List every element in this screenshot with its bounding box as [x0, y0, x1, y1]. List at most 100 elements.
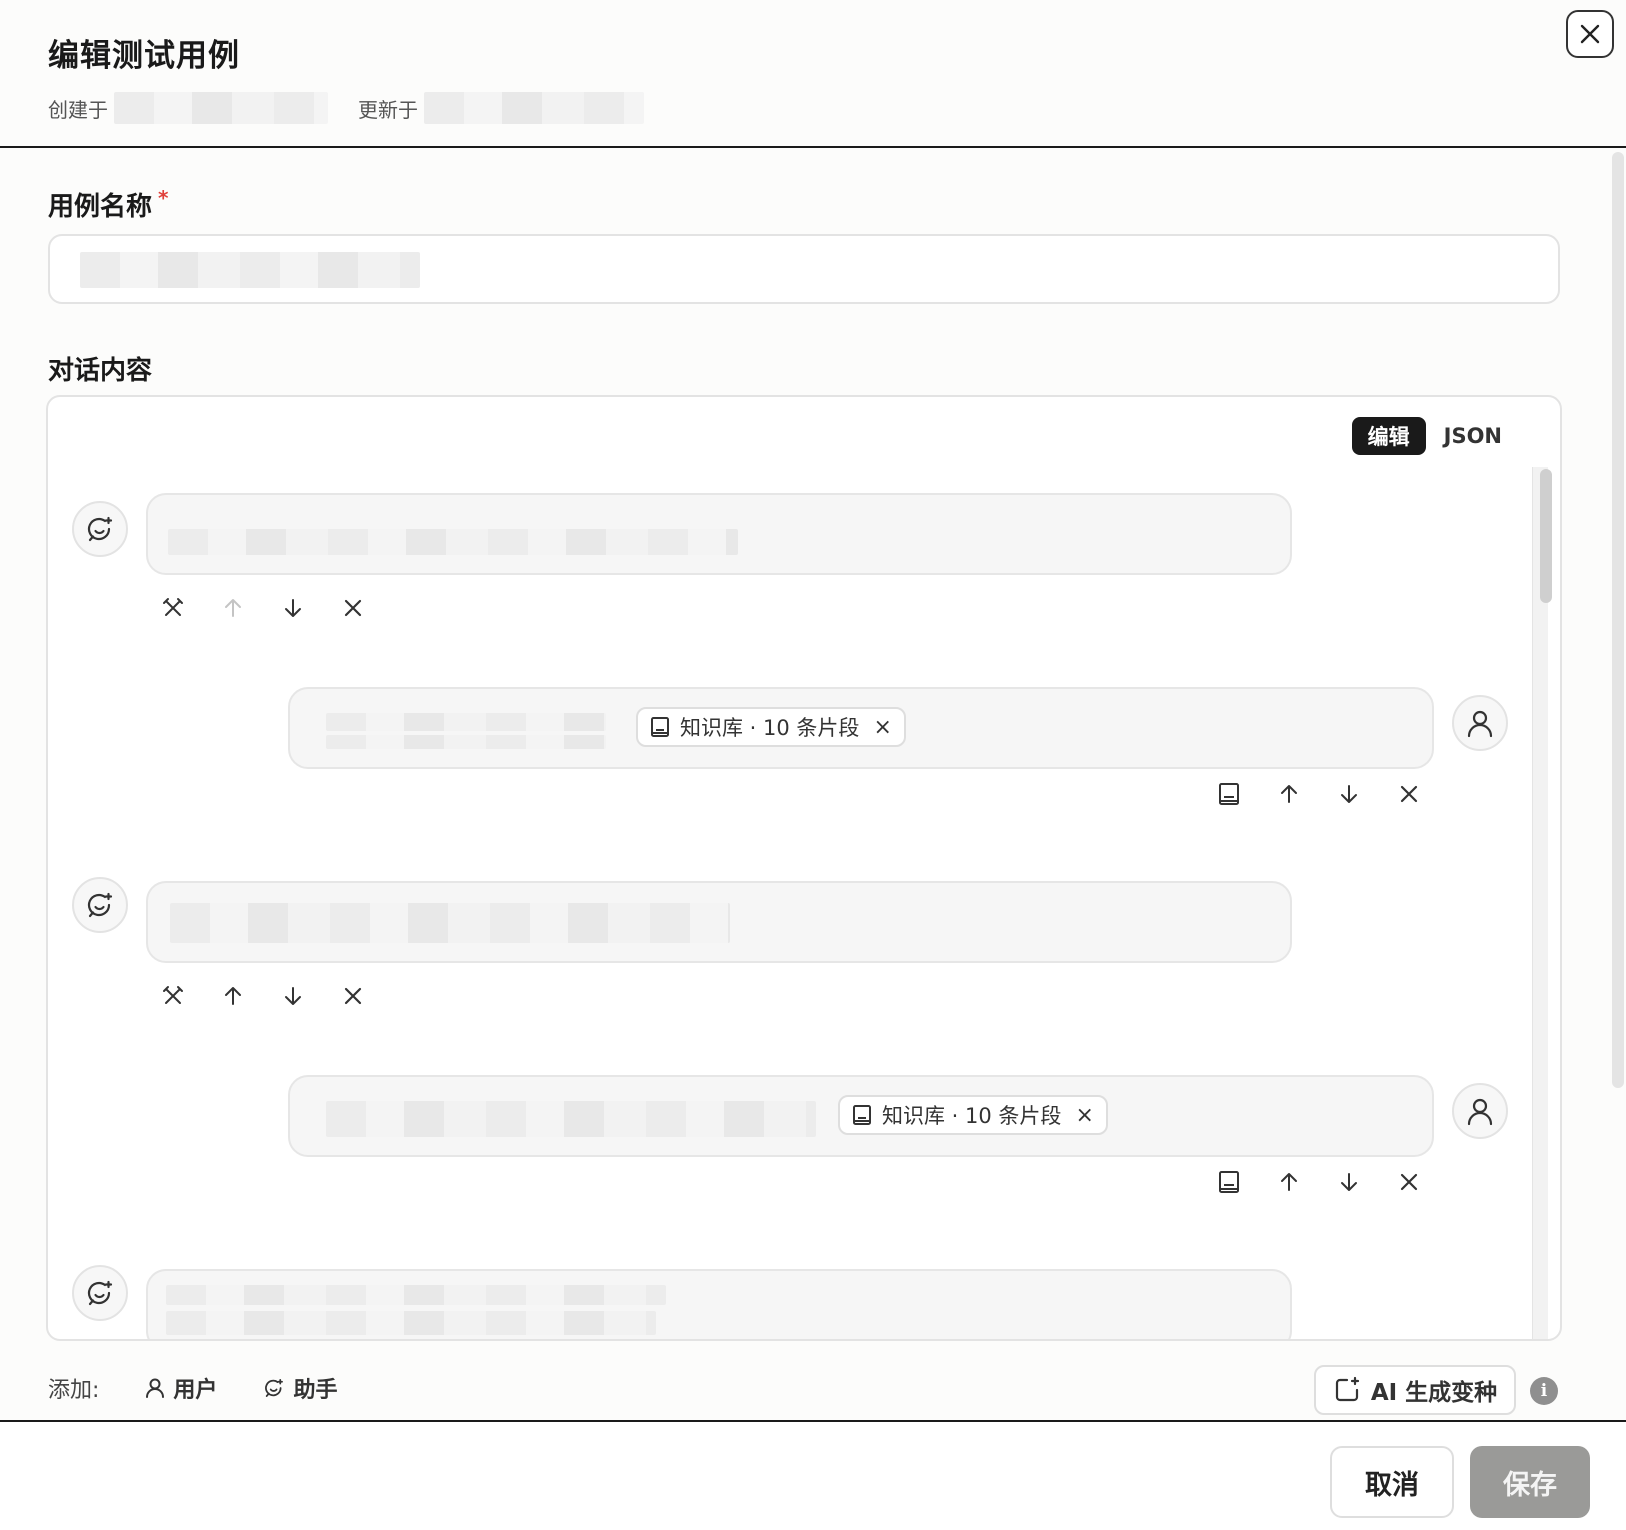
arrow-down-icon — [1341, 1173, 1357, 1191]
book-icon — [651, 717, 669, 737]
chip-remove-icon[interactable]: × — [873, 715, 891, 740]
add-label: 添加: — [48, 1378, 100, 1403]
case-name-input[interactable] — [48, 234, 1560, 304]
user-icon — [1467, 710, 1493, 738]
message-text-redacted — [166, 1311, 656, 1335]
knowledge-base-chip-label: 知识库 · 10 条片段 — [882, 1104, 1062, 1128]
updated-meta: 更新于 — [358, 92, 644, 124]
assistant-avatar — [72, 877, 128, 933]
arrow-up-icon — [225, 599, 241, 617]
user-message-bubble[interactable]: 知识库 · 10 条片段 × — [288, 687, 1434, 769]
close-icon — [344, 987, 362, 1005]
arrow-down-icon — [285, 987, 301, 1005]
dialog-title: 编辑测试用例 — [48, 38, 240, 74]
assistant-chat-icon — [87, 892, 113, 918]
case-name-label: 用例名称 * — [48, 186, 168, 223]
conversation-scroll-thumb[interactable] — [1540, 469, 1552, 603]
user-avatar — [1452, 1083, 1508, 1139]
book-icon — [853, 1105, 871, 1125]
move-down-button[interactable] — [278, 981, 308, 1011]
chip-remove-icon[interactable]: × — [1075, 1103, 1093, 1128]
knowledge-base-button[interactable] — [1214, 1167, 1244, 1197]
tool-icon — [163, 986, 183, 1004]
book-icon — [1219, 783, 1239, 805]
updated-label: 更新于 — [358, 97, 418, 122]
knowledge-base-chip[interactable]: 知识库 · 10 条片段 × — [636, 707, 906, 747]
dialog-header: 编辑测试用例 创建于 更新于 — [0, 0, 1626, 148]
message-text-redacted — [326, 1101, 816, 1137]
user-icon — [146, 1378, 165, 1398]
knowledge-base-chip-label: 知识库 · 10 条片段 — [680, 716, 860, 740]
close-icon — [344, 599, 362, 617]
arrow-up-icon — [1281, 785, 1297, 803]
assistant-chat-icon — [87, 1280, 113, 1306]
message-actions — [158, 593, 398, 623]
conversation-panel: 编辑 JSON 知识库 · 10 条片段 × 知识库 · 10 条片段 × — [46, 395, 1562, 1341]
message-actions — [1214, 1167, 1454, 1197]
arrow-up-icon — [225, 987, 241, 1005]
created-value-redacted — [114, 92, 328, 124]
message-text-redacted — [170, 903, 730, 943]
assistant-message-bubble[interactable] — [146, 493, 1292, 575]
message-actions — [158, 981, 398, 1011]
tool-button[interactable] — [158, 593, 188, 623]
cancel-button[interactable]: 取消 — [1330, 1446, 1454, 1518]
message-text-redacted — [326, 735, 606, 749]
conversation-label: 对话内容 — [48, 356, 153, 386]
info-icon[interactable]: i — [1530, 1377, 1558, 1405]
knowledge-base-chip[interactable]: 知识库 · 10 条片段 × — [838, 1095, 1108, 1135]
message-text-redacted — [166, 1285, 666, 1305]
book-icon — [1219, 1171, 1239, 1193]
user-icon — [1467, 1098, 1493, 1126]
move-up-button[interactable] — [1274, 779, 1304, 809]
user-avatar — [1452, 695, 1508, 751]
close-icon — [1400, 1173, 1418, 1191]
knowledge-base-button[interactable] — [1214, 779, 1244, 809]
created-meta: 创建于 — [48, 92, 328, 124]
case-name-label-text: 用例名称 — [48, 192, 153, 222]
required-mark: * — [158, 186, 169, 210]
delete-message-button[interactable] — [338, 593, 368, 623]
mode-edit-button[interactable]: 编辑 — [1351, 417, 1426, 455]
tool-button[interactable] — [158, 981, 188, 1011]
close-icon — [1400, 785, 1418, 803]
ai-sparkle-icon — [1335, 1376, 1359, 1402]
arrow-down-icon — [285, 599, 301, 617]
delete-message-button[interactable] — [1394, 1167, 1424, 1197]
updated-value-redacted — [424, 92, 644, 124]
move-down-button[interactable] — [1334, 779, 1364, 809]
add-assistant-button[interactable]: 助手 — [263, 1372, 337, 1404]
move-down-button[interactable] — [278, 593, 308, 623]
assistant-chat-icon — [87, 516, 113, 542]
dialog-footer: 取消 保存 — [0, 1420, 1626, 1530]
user-message-bubble[interactable]: 知识库 · 10 条片段 × — [288, 1075, 1434, 1157]
arrow-down-icon — [1341, 785, 1357, 803]
mode-toggle: 编辑 JSON — [1351, 417, 1518, 455]
assistant-message-bubble[interactable] — [146, 881, 1292, 963]
case-name-value-redacted — [80, 252, 420, 288]
dialog-scrollbar[interactable] — [1612, 152, 1624, 1088]
add-message-row: 添加: 用户 助手 — [48, 1372, 337, 1404]
move-up-button[interactable] — [218, 593, 248, 623]
close-icon — [1580, 24, 1600, 44]
save-button[interactable]: 保存 — [1470, 1446, 1590, 1518]
close-dialog-button[interactable] — [1566, 10, 1614, 58]
created-label: 创建于 — [48, 97, 108, 122]
add-user-label: 用户 — [173, 1378, 218, 1403]
move-up-button[interactable] — [1274, 1167, 1304, 1197]
message-text-redacted — [326, 713, 606, 731]
assistant-chat-icon — [265, 1379, 284, 1397]
add-user-button[interactable]: 用户 — [145, 1372, 217, 1404]
move-up-button[interactable] — [218, 981, 248, 1011]
ai-generate-variant-button[interactable]: AI 生成变种 — [1314, 1365, 1516, 1415]
message-text-redacted — [168, 529, 738, 555]
delete-message-button[interactable] — [1394, 779, 1424, 809]
assistant-message-bubble[interactable] — [146, 1269, 1292, 1339]
delete-message-button[interactable] — [338, 981, 368, 1011]
add-assistant-label: 助手 — [293, 1378, 338, 1403]
assistant-avatar — [72, 501, 128, 557]
move-down-button[interactable] — [1334, 1167, 1364, 1197]
mode-json-button[interactable]: JSON — [1428, 417, 1518, 455]
arrow-up-icon — [1281, 1173, 1297, 1191]
ai-generate-variant-label: AI 生成变种 — [1370, 1380, 1498, 1406]
